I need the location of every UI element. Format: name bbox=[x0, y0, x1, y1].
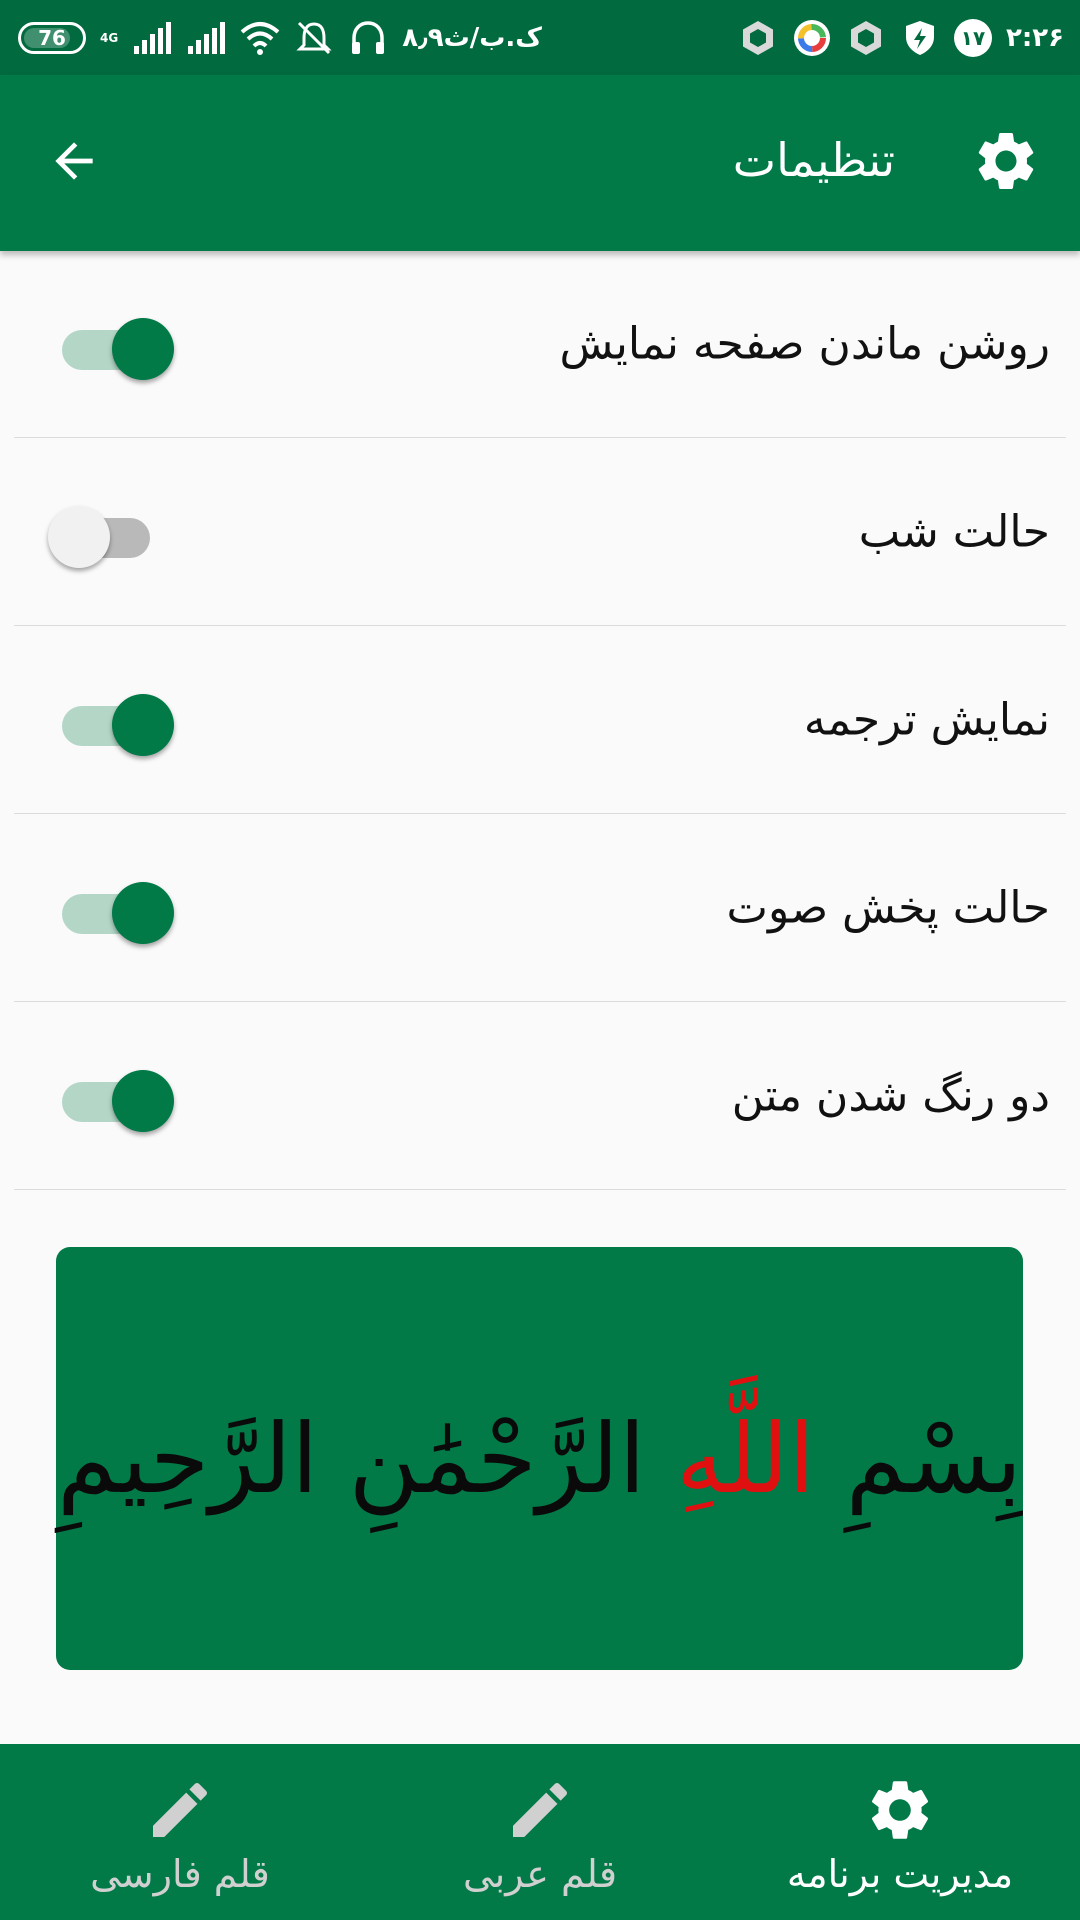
setting-label: دو رنگ شدن متن bbox=[731, 1070, 1050, 1121]
toggle-thumb bbox=[112, 318, 174, 380]
text-preview-card: بِسْمِ اللَّهِ الرَّحْمَٰنِ الرَّحِيمِ bbox=[56, 1247, 1023, 1670]
clock: ۲:۲۶ bbox=[1005, 22, 1064, 53]
back-button[interactable] bbox=[38, 125, 110, 197]
gear-icon bbox=[978, 132, 1034, 189]
audio-playback-toggle[interactable] bbox=[62, 875, 174, 944]
hexagon-app-icon-2 bbox=[850, 20, 881, 55]
arrow-left-icon bbox=[55, 142, 93, 180]
nav-item-arabic-font[interactable]: قلم عربی bbox=[360, 1744, 720, 1920]
status-bar-right: ۱۷ ۲:۲۶ bbox=[738, 18, 1064, 58]
keep-screen-on-toggle[interactable] bbox=[62, 311, 174, 380]
setting-label: حالت شب bbox=[858, 506, 1050, 557]
nav-item-persian-font[interactable]: قلم فارسی bbox=[0, 1744, 360, 1920]
preview-text-end: الرَّحْمَٰنِ الرَّحِيمِ bbox=[57, 1402, 676, 1515]
setting-row-keep-screen-on[interactable]: روشن ماندن صفحه نمایش bbox=[14, 251, 1066, 438]
wifi-icon bbox=[240, 21, 280, 55]
settings-list: روشن ماندن صفحه نمایش حالت شب نمایش ترجم… bbox=[0, 251, 1080, 1190]
settings-button[interactable] bbox=[970, 125, 1042, 197]
nav-label: قلم عربی bbox=[462, 1852, 617, 1896]
vpn-shield-icon bbox=[905, 20, 934, 55]
night-mode-toggle[interactable] bbox=[48, 499, 150, 568]
app-root: 76 4G ۸٫۹ک.ب/ث ۱۷ ۲:۲۶ تنظیمات روشن ماند… bbox=[0, 0, 1080, 1920]
setting-label: حالت پخش صوت bbox=[726, 882, 1050, 933]
battery-indicator: 76 bbox=[18, 21, 86, 54]
preview-text-start: بِسْمِ bbox=[815, 1402, 1022, 1515]
signal-icon-secondary bbox=[188, 21, 226, 54]
headset-icon bbox=[352, 20, 385, 54]
pencil-icon bbox=[513, 1782, 568, 1837]
toggle-thumb bbox=[112, 693, 174, 756]
gear-icon bbox=[871, 1781, 929, 1839]
setting-label: نمایش ترجمه bbox=[803, 694, 1050, 745]
toggle-thumb bbox=[112, 1069, 174, 1132]
network-speed: ۸٫۹ک.ب/ث bbox=[402, 22, 542, 53]
hexagon-app-icon bbox=[742, 20, 773, 55]
nav-label: مدیریت برنامه bbox=[786, 1852, 1014, 1896]
setting-row-audio-playback[interactable]: حالت پخش صوت bbox=[14, 814, 1066, 1002]
battery-level: 76 bbox=[38, 25, 66, 50]
nav-label: قلم فارسی bbox=[90, 1852, 270, 1896]
signal-icon bbox=[134, 21, 172, 54]
pencil-icon bbox=[153, 1782, 208, 1837]
nav-item-app-management[interactable]: مدیریت برنامه bbox=[720, 1744, 1080, 1920]
toggle-thumb bbox=[48, 505, 110, 568]
bottom-navigation: قلم فارسی قلم عربی مدیریت برنامه bbox=[0, 1744, 1080, 1920]
app-bar: تنظیمات bbox=[0, 75, 1080, 251]
page-title: تنظیمات bbox=[732, 133, 895, 187]
status-bar: 76 4G ۸٫۹ک.ب/ث ۱۷ ۲:۲۶ bbox=[0, 0, 1080, 75]
network-type: 4G bbox=[100, 32, 118, 44]
preview-text-highlight: اللَّهِ bbox=[676, 1402, 816, 1515]
network-type-label: 4G bbox=[100, 30, 119, 45]
color-wheel-app-icon bbox=[793, 19, 830, 56]
setting-row-night-mode[interactable]: حالت شب bbox=[14, 438, 1066, 626]
setting-label: روشن ماندن صفحه نمایش bbox=[559, 318, 1051, 370]
notification-badge: ۱۷ bbox=[953, 18, 992, 57]
setting-row-show-translation[interactable]: نمایش ترجمه bbox=[14, 626, 1066, 814]
toggle-thumb bbox=[112, 881, 174, 944]
setting-row-two-color-text[interactable]: دو رنگ شدن متن bbox=[14, 1002, 1066, 1190]
status-bar-left: 76 4G ۸٫۹ک.ب/ث bbox=[18, 18, 542, 58]
mute-icon bbox=[296, 21, 332, 54]
show-translation-toggle[interactable] bbox=[62, 687, 174, 756]
basmala-preview-text: بِسْمِ اللَّهِ الرَّحْمَٰنِ الرَّحِيمِ bbox=[57, 1403, 1022, 1515]
two-color-text-toggle[interactable] bbox=[62, 1063, 174, 1132]
